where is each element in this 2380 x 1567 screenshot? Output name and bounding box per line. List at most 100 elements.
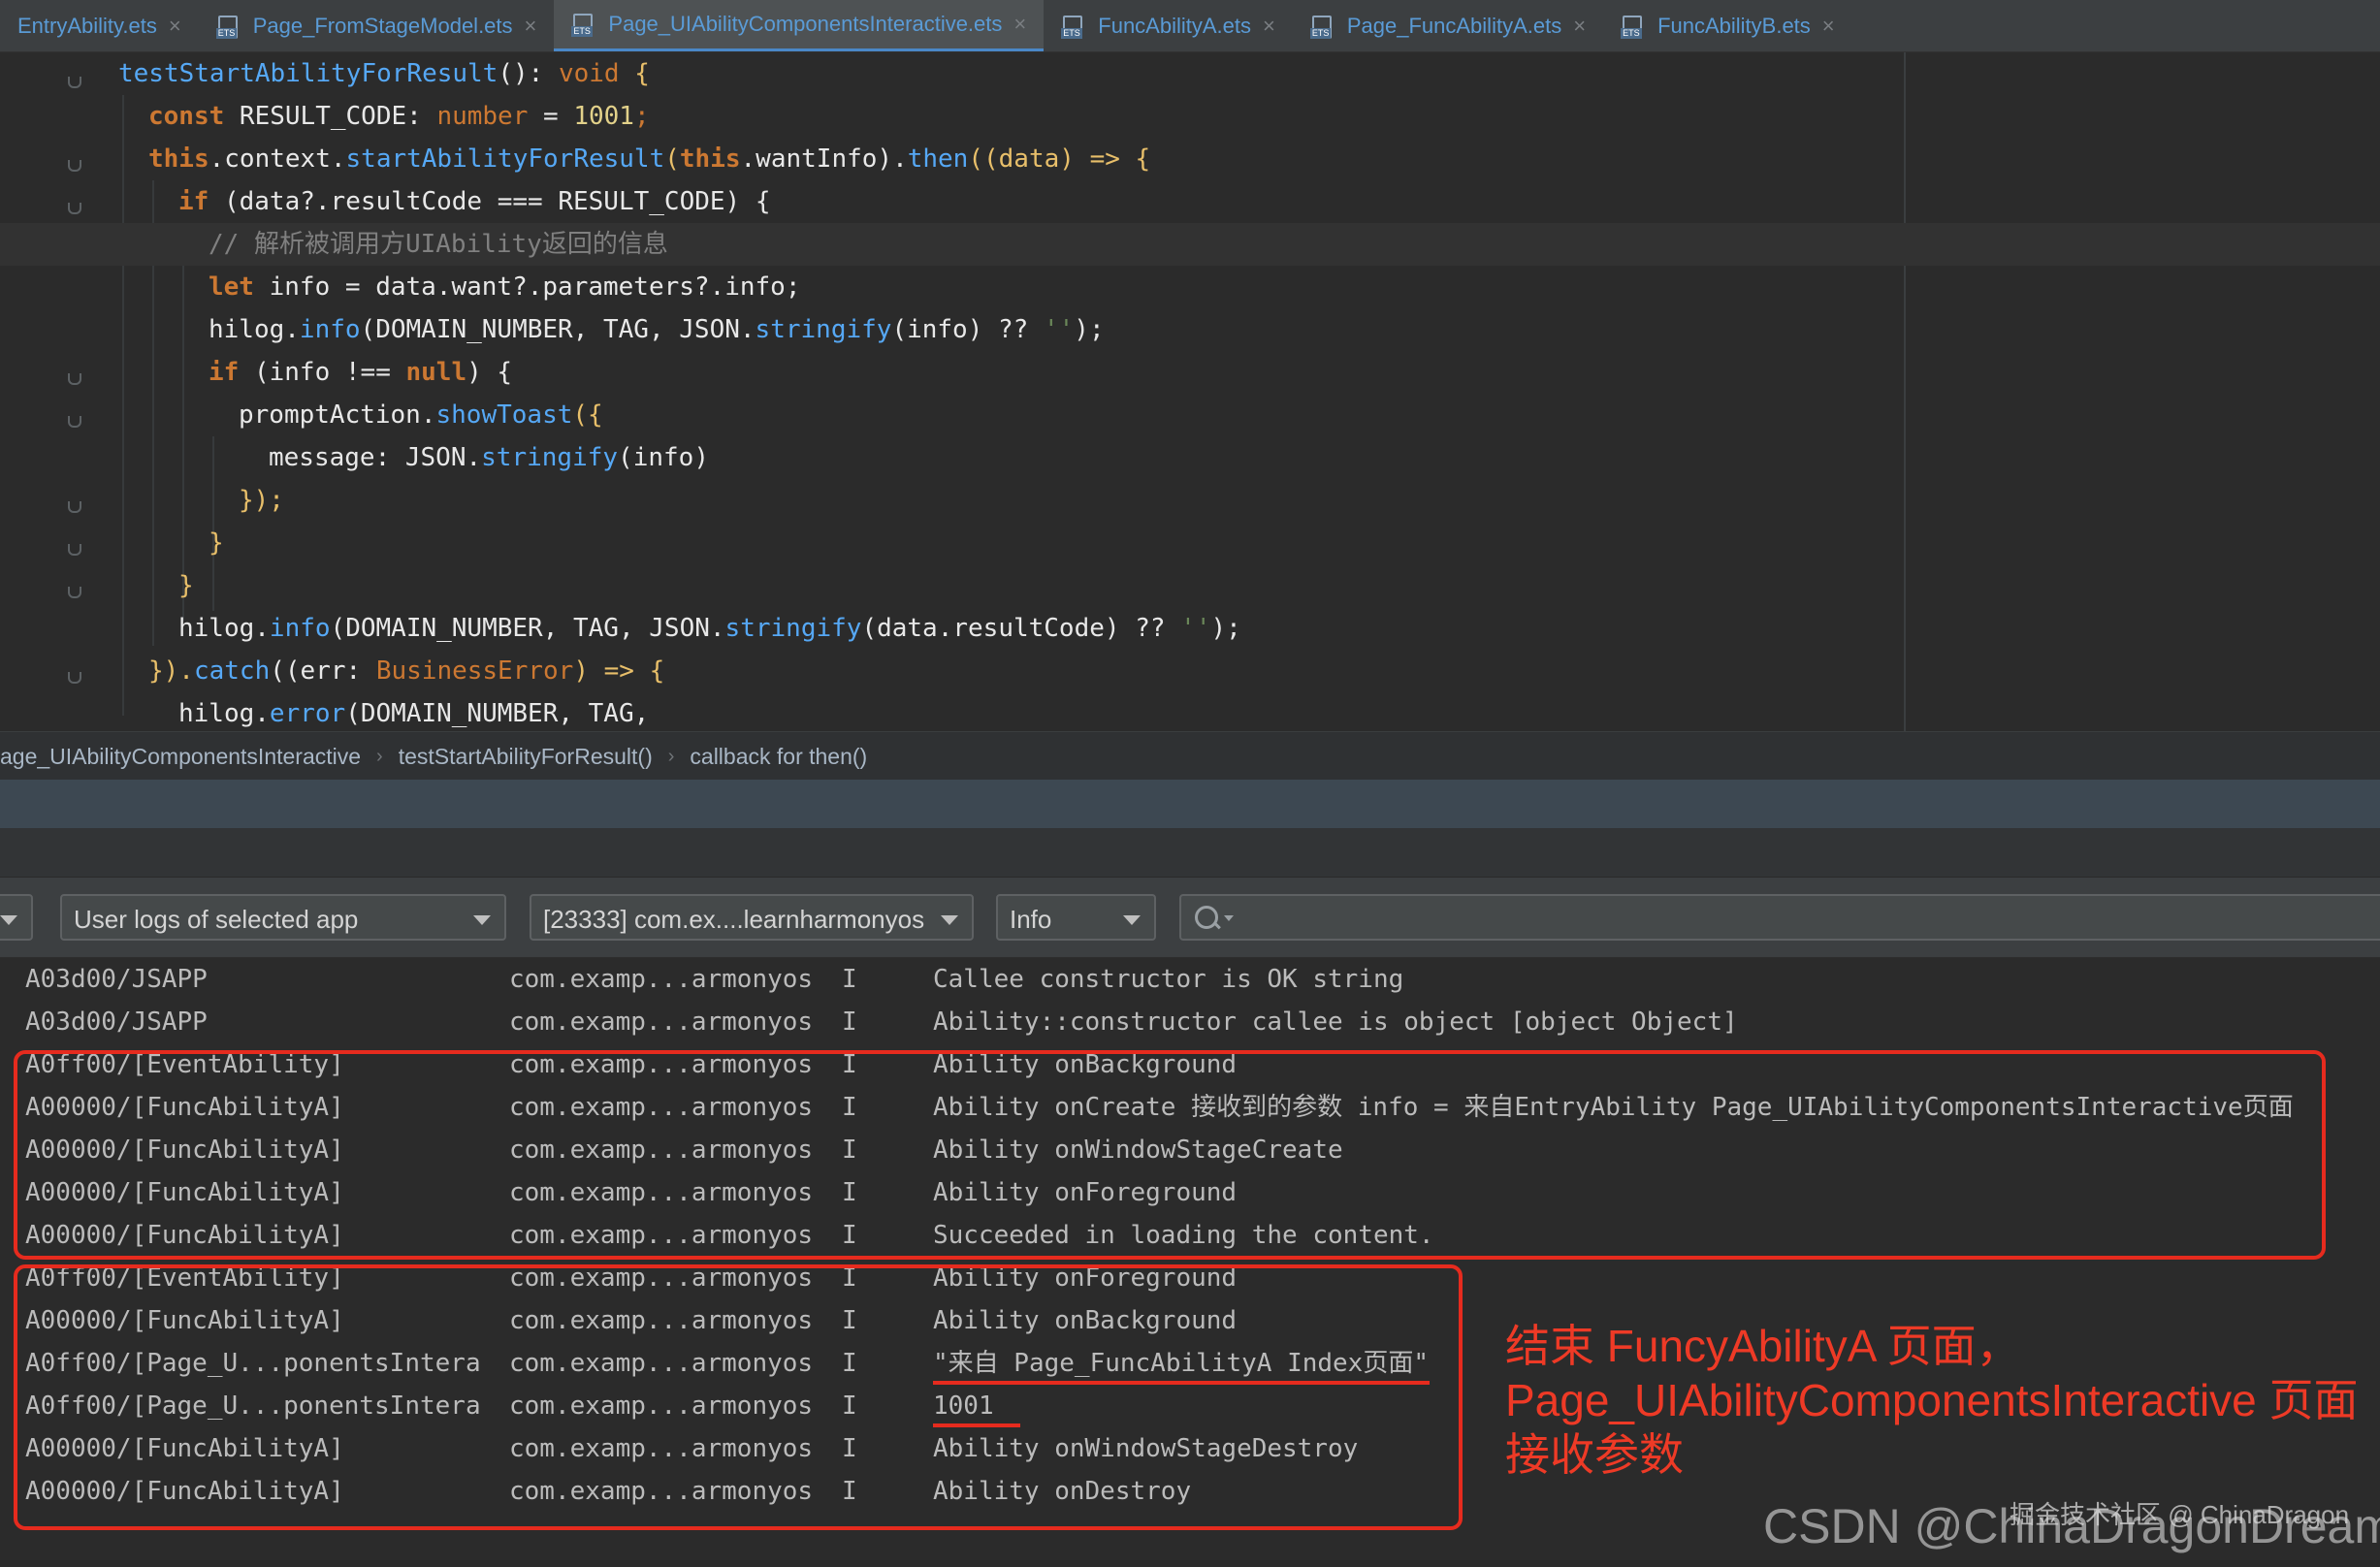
chevron-right-icon: › xyxy=(667,745,675,767)
annotation-line: Page_UIAbilityComponentsInteractive 页面 xyxy=(1505,1375,2359,1425)
log-search-input[interactable] xyxy=(1239,898,2359,939)
tab-page-uiabilitycomponentsinteractive[interactable]: ETS Page_UIAbilityComponentsInteractive.e… xyxy=(554,0,1045,51)
code-token: ((data) => { xyxy=(968,144,1151,174)
log-level-dropdown[interactable]: Info xyxy=(996,894,1156,941)
annotation-note: 结束 FuncyAbilityA 页面， Page_UIAbilityCompo… xyxy=(1505,1319,2359,1482)
close-icon[interactable]: × xyxy=(1013,12,1026,37)
code-line-3: this.context.startAbilityForResult(this.… xyxy=(0,138,2380,180)
code-token: (DOMAIN_NUMBER, TAG, JSON. xyxy=(360,315,756,344)
close-icon[interactable]: × xyxy=(525,14,537,39)
code-token: } xyxy=(209,528,224,558)
code-token: }); xyxy=(239,486,284,515)
log-tag: A03d00/JSAPP xyxy=(25,1007,208,1037)
code-token: ); xyxy=(1210,614,1241,643)
code-token: (DOMAIN_NUMBER, TAG, JSON. xyxy=(330,614,725,643)
code-token: const xyxy=(148,102,225,131)
breadcrumb-item-method[interactable]: testStartAbilityForResult() xyxy=(399,744,653,770)
code-token: if xyxy=(178,187,209,216)
close-icon[interactable]: × xyxy=(1573,14,1586,39)
annotation-line: 接收参数 xyxy=(1505,1429,1684,1480)
watermark-juejin: 掘金技术社区 @ ChinaDragon xyxy=(2010,1500,2350,1529)
process-value: [23333] com.ex....learnharmonyos xyxy=(543,905,925,934)
code-token: then xyxy=(907,144,969,174)
code-token: ; xyxy=(633,102,650,131)
tab-page-funcabilitya[interactable]: ETS Page_FuncAbilityA.ets × xyxy=(1293,0,1603,51)
chevron-down-icon xyxy=(473,915,491,925)
tab-entryability[interactable]: EntryAbility.ets × xyxy=(0,0,199,51)
code-token: (info) xyxy=(618,443,709,472)
log-toolbar: User logs of selected app [23333] com.ex… xyxy=(0,878,2380,958)
code-line-11: }); xyxy=(0,479,2380,522)
tab-funcabilityb[interactable]: ETS FuncAbilityB.ets × xyxy=(1603,0,1852,51)
code-line-1: testStartAbilityForResult(): void { xyxy=(0,52,2380,95)
annotation-underline-message xyxy=(933,1381,1430,1385)
breadcrumb-item-file[interactable]: age_UIAbilityComponentsInteractive xyxy=(0,744,361,770)
log-level-value: Info xyxy=(1010,905,1052,934)
file-badge: ETS xyxy=(1309,27,1332,39)
log-tag: A03d00/JSAPP xyxy=(25,965,208,994)
code-token: startAbilityForResult xyxy=(345,144,665,174)
tab-label: EntryAbility.ets xyxy=(17,13,157,38)
chevron-down-icon xyxy=(941,915,958,925)
tab-label: Page_FromStageModel.ets xyxy=(252,13,513,38)
file-badge: ETS xyxy=(571,26,593,37)
process-dropdown[interactable]: [23333] com.ex....learnharmonyos xyxy=(530,894,974,941)
code-token: testStartAbilityForResult xyxy=(118,59,499,88)
code-editor[interactable]: testStartAbilityForResult(): void { cons… xyxy=(0,52,2380,731)
code-token: (info !== xyxy=(239,358,406,387)
log-message: Ability::constructor callee is object [o… xyxy=(933,1007,1738,1037)
tab-label: Page_UIAbilityComponentsInteractive.ets xyxy=(608,12,1003,36)
chevron-down-icon xyxy=(0,915,17,925)
ets-file-icon: ETS xyxy=(1309,14,1335,39)
breadcrumb-item-callback[interactable]: callback for then() xyxy=(690,744,867,770)
search-options-chevron-icon[interactable] xyxy=(1224,915,1234,921)
tab-page-fromstagemodel[interactable]: ETS Page_FromStageModel.ets × xyxy=(199,0,555,51)
code-token: stringify xyxy=(755,315,892,344)
code-token: error xyxy=(269,699,346,728)
code-token: showToast xyxy=(435,400,573,430)
device-dropdown[interactable] xyxy=(0,894,33,941)
annotation-line: 结束 FuncyAbilityA 页面， xyxy=(1505,1321,2021,1371)
code-token: info xyxy=(269,614,331,643)
annotation-box-launch xyxy=(14,1050,2326,1260)
code-token: .context. xyxy=(209,144,346,174)
close-icon[interactable]: × xyxy=(169,14,181,39)
code-token: message: JSON. xyxy=(269,443,482,472)
code-token: = xyxy=(528,102,574,131)
annotation-box-result xyxy=(14,1264,1463,1530)
code-token: if xyxy=(209,358,240,387)
code-token: ) { xyxy=(466,358,513,387)
code-line-12: } xyxy=(0,522,2380,564)
code-token: stringify xyxy=(724,614,862,643)
close-icon[interactable]: × xyxy=(1263,14,1275,39)
code-line-13: } xyxy=(0,564,2380,607)
code-line-6: let info = data.want?.parameters?.info; xyxy=(0,266,2380,308)
tool-window-header xyxy=(0,780,2380,828)
code-token: ) => { xyxy=(573,656,665,686)
code-line-2: const RESULT_CODE: number = 1001; xyxy=(0,95,2380,138)
code-token: }). xyxy=(148,656,194,686)
code-token: catch xyxy=(193,656,271,686)
code-token: ( xyxy=(664,144,680,174)
code-token: 1001 xyxy=(573,102,634,131)
code-line-15: }).catch((err: BusinessError) => { xyxy=(0,650,2380,692)
code-line-4: if (data?.resultCode === RESULT_CODE) { xyxy=(0,180,2380,223)
log-package: com.examp...armonyos xyxy=(509,1007,814,1037)
search-icon[interactable] xyxy=(1195,906,1218,929)
code-line-5-current: // 解析被调用方UIAbility返回的信息 xyxy=(0,223,2380,266)
code-token: this xyxy=(148,144,209,174)
file-badge: ETS xyxy=(1061,27,1082,39)
code-token: let xyxy=(209,272,254,302)
code-token: null xyxy=(405,358,467,387)
close-icon[interactable]: × xyxy=(1822,14,1835,39)
log-filter-value: User logs of selected app xyxy=(74,905,359,934)
editor-tab-bar: EntryAbility.ets × ETS Page_FromStageModel… xyxy=(0,0,2380,52)
code-token: ((err: xyxy=(270,656,376,686)
log-filter-dropdown[interactable]: User logs of selected app xyxy=(60,894,506,941)
file-badge: ETS xyxy=(215,27,238,39)
code-line-8: if (info !== null) { xyxy=(0,351,2380,394)
tab-funcabilitya[interactable]: ETS FuncAbilityA.ets × xyxy=(1044,0,1293,51)
log-search-box[interactable] xyxy=(1179,894,2380,941)
code-token: hilog. xyxy=(178,699,270,728)
code-line-14: hilog.info(DOMAIN_NUMBER, TAG, JSON.stri… xyxy=(0,607,2380,650)
